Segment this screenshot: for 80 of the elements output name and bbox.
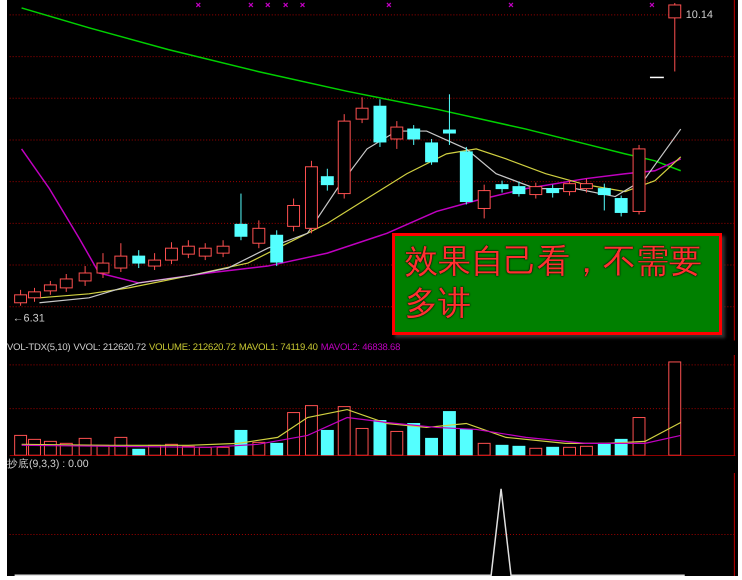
low-price-label: ←6.31 [12, 312, 45, 325]
note-box: 效果自己看，不需要多讲 [392, 233, 722, 335]
candlestick [546, 184, 560, 198]
volume-bar [407, 422, 420, 456]
candlestick [132, 250, 146, 269]
candlestick [478, 184, 491, 219]
candlestick [374, 98, 386, 148]
volume-bar [14, 434, 28, 456]
candlestick [287, 198, 300, 232]
cross-mark-icon [300, 2, 305, 8]
volume-bar [529, 447, 542, 456]
candlestick [496, 180, 508, 194]
volume-bar [287, 412, 300, 456]
volume-bar [252, 441, 266, 456]
cross-mark-icon [650, 2, 654, 8]
cross-mark-icon [196, 2, 201, 8]
volume-bar [234, 429, 248, 456]
candlestick [114, 242, 128, 272]
candlestick [252, 220, 266, 249]
candlestick [165, 242, 178, 265]
volume-bar [320, 429, 334, 456]
indicator-reading: VVOL: 212620.72 [73, 340, 146, 354]
price-tick-mark [650, 76, 664, 78]
candlestick [14, 289, 28, 306]
volume-bar [442, 410, 456, 456]
volume-bar [512, 445, 526, 456]
candlestick [442, 94, 456, 146]
candlestick [407, 124, 420, 146]
indicator-reading: VOLUME: 212620.72 [148, 340, 236, 354]
candlestick [60, 274, 73, 292]
volume-bar [216, 446, 230, 456]
candlestick [614, 195, 628, 217]
volume-bar [132, 448, 146, 456]
candlestick [512, 181, 526, 198]
volume-bar [546, 446, 560, 456]
volume-bar [460, 428, 473, 456]
candlestick [529, 182, 542, 200]
indicator-reading: MAVOL2: 46838.68 [320, 340, 400, 354]
volume-bar [563, 446, 576, 456]
indicator-label: 抄底(9,3,3) : 0.00 [7, 458, 89, 470]
candlestick [96, 252, 110, 278]
high-price-label: 10.14 [686, 8, 713, 21]
candlestick [320, 168, 334, 192]
volume-bar [632, 416, 646, 456]
indicator-name: VOL-TDX(5,10) [7, 340, 70, 354]
candlestick [563, 179, 576, 196]
volume-bar [270, 442, 284, 456]
volume-bar [580, 445, 593, 456]
candlestick [234, 193, 248, 241]
candlestick [148, 252, 162, 271]
candlestick [598, 183, 611, 211]
cross-mark-icon [265, 2, 270, 8]
volume-bar [356, 427, 369, 456]
candlestick [78, 266, 92, 286]
volume-bar [425, 437, 438, 456]
cross-mark-icon [508, 2, 514, 8]
candlestick [28, 287, 41, 302]
candlestick [390, 120, 404, 150]
volume-bar [496, 444, 508, 456]
candlestick [580, 178, 593, 194]
cross-mark-icon [283, 2, 288, 8]
volume-bar [598, 442, 611, 456]
candlestick [270, 230, 284, 267]
candlestick [356, 96, 369, 124]
candlestick [198, 242, 212, 261]
candlestick [632, 144, 646, 215]
volume-bar [478, 442, 491, 456]
volume-bar [78, 437, 92, 456]
volume-bar [305, 404, 318, 456]
volume-bar [374, 420, 386, 456]
volume-bar [390, 430, 404, 456]
volume-bar [338, 406, 351, 456]
cross-mark-icon [248, 2, 254, 8]
candlestick [460, 146, 473, 205]
candlestick [44, 280, 57, 296]
cross-mark-icon [386, 2, 392, 8]
indicator-reading: MAVOL1: 74119.40 [238, 340, 318, 354]
candlestick [425, 138, 438, 166]
candlestick [216, 240, 230, 258]
candlestick [182, 240, 195, 259]
